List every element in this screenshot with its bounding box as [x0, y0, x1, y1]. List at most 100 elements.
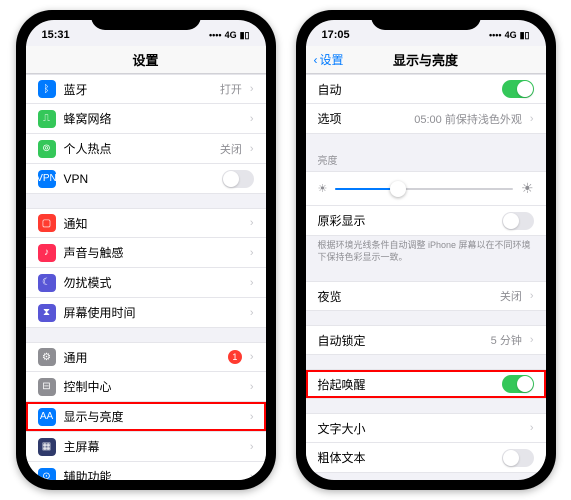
- cellular-icon: ⎍: [38, 110, 56, 128]
- cell-value: 5 分钟: [491, 332, 522, 348]
- settings-cell-dnd[interactable]: ☾ 勿扰模式 ›: [26, 268, 266, 298]
- chevron-left-icon: ‹: [314, 53, 318, 67]
- cell-label: 个人热点: [64, 140, 212, 157]
- cell-label: 蜂窝网络: [64, 110, 242, 127]
- cell-label: 声音与触感: [64, 244, 242, 261]
- group-brightness: 亮度 ☀︎ ☀︎ 原彩显示根据环境光线条件自动调整 iPhone 屏幕以在不同环…: [306, 148, 546, 267]
- status-indicators: •••• 4G ▮▯: [209, 30, 250, 41]
- cell-g6-1[interactable]: 粗体文本: [306, 443, 546, 473]
- cell-label: 夜览: [318, 288, 492, 305]
- cell-g1-1[interactable]: 选项05:00 前保持浅色外观›: [306, 104, 546, 134]
- status-time: 15:31: [42, 29, 70, 41]
- brightness-slider-row: ☀︎ ☀︎: [306, 171, 546, 206]
- sound-icon: ♪: [38, 244, 56, 262]
- cell-label: 选项: [318, 110, 407, 127]
- cell-label: 通用: [64, 349, 220, 366]
- chevron-right-icon: ›: [530, 113, 534, 125]
- cell-g1-0[interactable]: 自动: [306, 74, 546, 104]
- group-raise: 抬起唤醒: [306, 369, 546, 399]
- group-appearance: 自动选项05:00 前保持浅色外观›: [306, 74, 546, 134]
- cell-label: 控制中心: [64, 378, 242, 395]
- chevron-right-icon: ›: [250, 471, 254, 481]
- dnd-icon: ☾: [38, 274, 56, 292]
- settings-group: ᛒ蓝牙打开›⎍蜂窝网络›⊚个人热点关闭›VPNVPN: [26, 74, 266, 194]
- cell-label: 文字大小: [318, 420, 522, 437]
- sun-large-icon: ☀︎: [521, 180, 534, 197]
- network-label: 4G: [505, 30, 517, 40]
- display-icon: AA: [38, 408, 56, 426]
- settings-cell-hotspot[interactable]: ⊚ 个人热点关闭 ›: [26, 134, 266, 164]
- general-icon: ⚙: [38, 348, 56, 366]
- toggle[interactable]: [502, 449, 534, 467]
- notch: [91, 10, 201, 30]
- signal-icon: ••••: [209, 30, 222, 40]
- toggle[interactable]: [222, 170, 254, 188]
- cell-label: 自动锁定: [318, 332, 483, 349]
- control-icon: ⊟: [38, 378, 56, 396]
- cell-label: 勿扰模式: [64, 274, 242, 291]
- group-autolock: 自动锁定 5 分钟 ›: [306, 325, 546, 355]
- toggle[interactable]: [502, 212, 534, 230]
- status-indicators: •••• 4G ▮▯: [489, 30, 530, 41]
- battery-icon: ▮▯: [520, 30, 530, 41]
- settings-group: ▢通知›♪声音与触感›☾勿扰模式›⧗屏幕使用时间›: [26, 208, 266, 328]
- settings-cell-notification[interactable]: ▢通知›: [26, 208, 266, 238]
- cell-label: 屏幕使用时间: [64, 304, 242, 321]
- cell-g6-0[interactable]: 文字大小›: [306, 413, 546, 443]
- home-icon: ▦: [38, 438, 56, 456]
- nav-bar: ‹ 设置 显示与亮度: [306, 46, 546, 74]
- cell-value: 关闭: [220, 141, 242, 157]
- chevron-right-icon: ›: [250, 277, 254, 289]
- hotspot-icon: ⊚: [38, 140, 56, 158]
- phone-left: 15:31 •••• 4G ▮▯ 设置 ᛒ蓝牙打开›⎍蜂窝网络›⊚个人热点关闭›…: [16, 10, 276, 490]
- cell-g3-0[interactable]: 夜览关闭›: [306, 281, 546, 311]
- nav-title: 显示与亮度: [393, 50, 458, 69]
- cell-label: 蓝牙: [64, 81, 212, 98]
- settings-cell-home[interactable]: ▦主屏幕›: [26, 432, 266, 462]
- settings-cell-display[interactable]: AA显示与亮度›: [26, 402, 266, 432]
- display-brightness-list[interactable]: 自动选项05:00 前保持浅色外观› 亮度 ☀︎ ☀︎ 原彩显示根据环境光线条件自…: [306, 74, 546, 480]
- cell-g2-0[interactable]: 原彩显示: [306, 206, 546, 236]
- cell-label: 通知: [64, 215, 242, 232]
- settings-cell-cellular[interactable]: ⎍ 蜂窝网络 ›: [26, 104, 266, 134]
- settings-cell-general[interactable]: ⚙ 通用 1 ›: [26, 342, 266, 372]
- chevron-right-icon: ›: [250, 351, 254, 363]
- accessibility-icon: ⊙: [38, 468, 56, 481]
- cell-label: 辅助功能: [64, 468, 242, 480]
- badge: 1: [228, 350, 242, 364]
- chevron-right-icon: ›: [530, 334, 534, 346]
- toggle[interactable]: [502, 375, 534, 393]
- brightness-slider[interactable]: [335, 188, 513, 190]
- chevron-right-icon: ›: [250, 143, 254, 155]
- settings-cell-sound[interactable]: ♪ 声音与触感 ›: [26, 238, 266, 268]
- settings-cell-accessibility[interactable]: ⊙ 辅助功能 ›: [26, 462, 266, 480]
- cell-label: 抬起唤醒: [318, 376, 494, 393]
- chevron-right-icon: ›: [250, 381, 254, 393]
- settings-group: ⚙通用1›⊟控制中心›AA显示与亮度›▦主屏幕›⊙辅助功能›❀墙纸›◉Siri …: [26, 342, 266, 480]
- battery-icon: ▮▯: [240, 30, 250, 41]
- settings-cell-bluetooth[interactable]: ᛒ蓝牙打开›: [26, 74, 266, 104]
- phone-right: 17:05 •••• 4G ▮▯ ‹ 设置 显示与亮度 自动选项05:00 前保…: [296, 10, 556, 490]
- bluetooth-icon: ᛒ: [38, 80, 56, 98]
- toggle[interactable]: [502, 80, 534, 98]
- chevron-right-icon: ›: [250, 247, 254, 259]
- status-time: 17:05: [322, 29, 350, 41]
- chevron-right-icon: ›: [250, 113, 254, 125]
- back-label: 设置: [320, 51, 344, 68]
- signal-icon: ••••: [489, 30, 502, 40]
- settings-cell-control[interactable]: ⊟ 控制中心 ›: [26, 372, 266, 402]
- cell-label: 主屏幕: [64, 438, 242, 455]
- back-button[interactable]: ‹ 设置: [314, 51, 344, 68]
- cell-g4-0[interactable]: 自动锁定 5 分钟 ›: [306, 325, 546, 355]
- notification-icon: ▢: [38, 214, 56, 232]
- notch: [371, 10, 481, 30]
- settings-cell-screentime[interactable]: ⧗屏幕使用时间›: [26, 298, 266, 328]
- settings-list[interactable]: ᛒ蓝牙打开›⎍蜂窝网络›⊚个人热点关闭›VPNVPN▢通知›♪声音与触感›☾勿扰…: [26, 74, 266, 480]
- cell-g5-0[interactable]: 抬起唤醒: [306, 369, 546, 399]
- cell-value: 关闭: [500, 288, 522, 304]
- settings-cell-vpn[interactable]: VPNVPN: [26, 164, 266, 194]
- sun-small-icon: ☀︎: [318, 182, 328, 195]
- network-label: 4G: [225, 30, 237, 40]
- screentime-icon: ⧗: [38, 304, 56, 322]
- group-nightshift: 夜览关闭›: [306, 281, 546, 311]
